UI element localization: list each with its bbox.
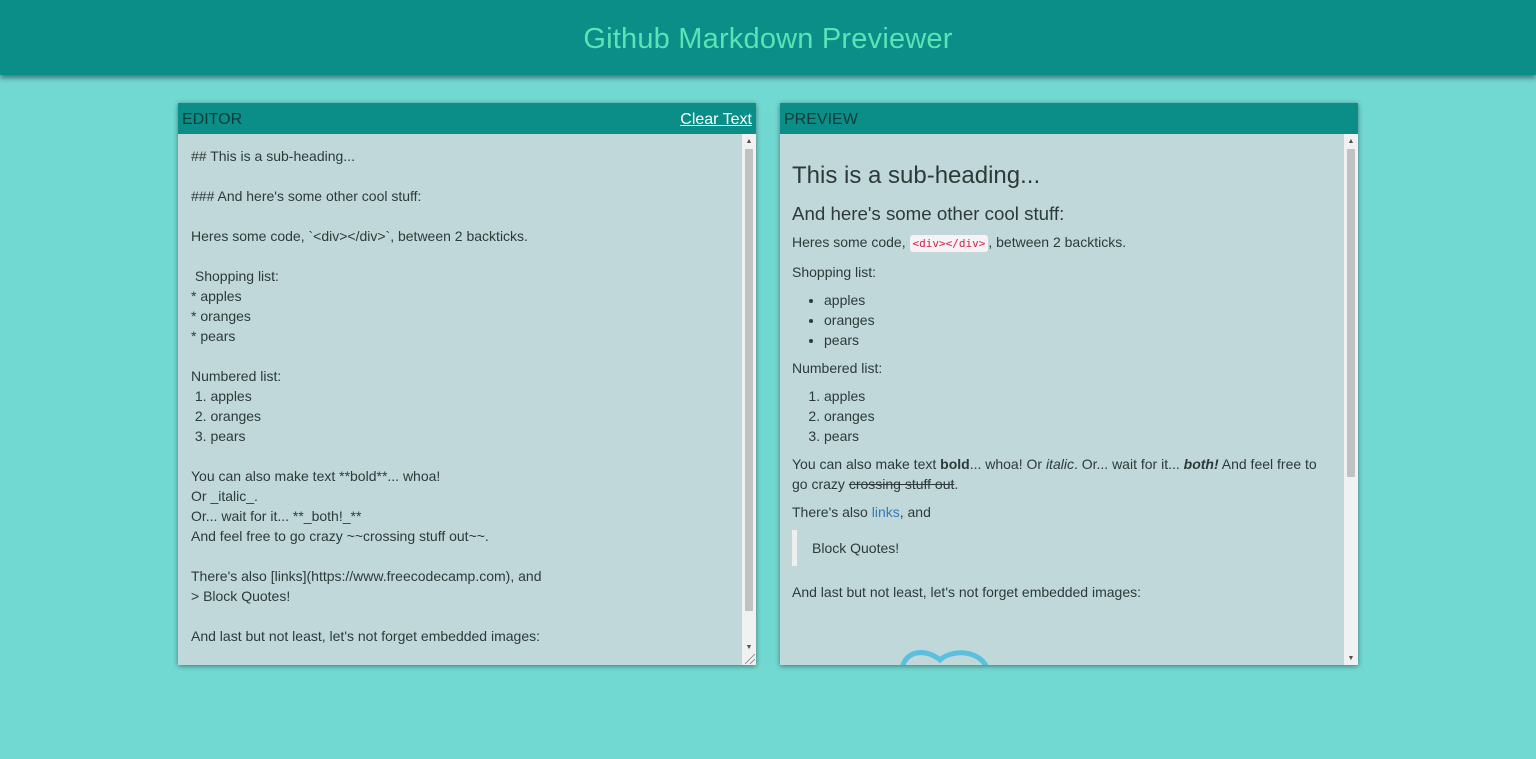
app-title: Github Markdown Previewer — [583, 23, 953, 55]
resize-grip-icon[interactable] — [745, 654, 755, 664]
preview-title: PREVIEW — [784, 110, 858, 128]
fmt-text: ... whoa! Or — [969, 456, 1046, 472]
preview-scroll-thumb[interactable] — [1347, 149, 1355, 477]
fmt-text: You can also make text — [792, 456, 941, 472]
shopping-list: apples oranges pears — [792, 290, 1332, 350]
preview-h3: And here's some other cool stuff: — [792, 203, 1065, 224]
list-item: oranges — [824, 406, 1332, 426]
list-item: apples — [824, 386, 1332, 406]
inline-code: <div></div> — [909, 235, 989, 252]
numbered-list: apples oranges pears — [792, 386, 1332, 446]
links-text-after: , and — [899, 504, 931, 520]
italic-text: italic — [1045, 456, 1074, 472]
freecodecamp-link[interactable]: links — [872, 504, 900, 520]
preview-scrollbar[interactable]: ▲ ▼ — [1344, 134, 1358, 665]
last-paragraph: And last but not least, let's not forget… — [792, 584, 1141, 600]
list-item: apples — [824, 290, 1332, 310]
scroll-up-arrow-icon[interactable]: ▲ — [1344, 135, 1358, 147]
preview-subheading: This is a sub-heading... — [792, 162, 1041, 189]
scroll-up-arrow-icon[interactable]: ▲ — [742, 135, 756, 147]
list-item: pears — [824, 330, 1332, 350]
list-item: oranges — [824, 310, 1332, 330]
code-paragraph: Heres some code, <div></div>, between 2 … — [792, 232, 1332, 254]
bold-italic-text: both! — [1183, 456, 1219, 472]
blockquote: Block Quotes! — [792, 530, 1332, 566]
editor-textarea[interactable]: ## This is a sub-heading... ### And here… — [178, 134, 742, 665]
preview-body: This is a sub-heading... And here's some… — [780, 134, 1358, 665]
editor-title: EDITOR — [182, 110, 243, 128]
clear-text-button[interactable]: Clear Text — [680, 111, 752, 129]
preview-content: This is a sub-heading... And here's some… — [780, 134, 1344, 665]
list-item: pears — [824, 426, 1332, 446]
numbered-list-label: Numbered list: — [792, 360, 883, 376]
links-paragraph: There's also links, and — [792, 502, 1332, 522]
scroll-down-arrow-icon[interactable]: ▼ — [1344, 652, 1358, 664]
preview-panel: PREVIEW This is a sub-heading... And her… — [780, 103, 1358, 665]
app-header: Github Markdown Previewer — [0, 0, 1536, 75]
editor-body: ## This is a sub-heading... ### And here… — [178, 134, 756, 665]
editor-panel: EDITOR Clear Text ## This is a sub-headi… — [178, 103, 756, 665]
code-text-after: , between 2 backticks. — [988, 234, 1127, 250]
editor-scrollbar[interactable]: ▲ ▼ — [742, 134, 756, 665]
preview-toolbar: PREVIEW — [780, 103, 1358, 134]
scroll-down-arrow-icon[interactable]: ▼ — [742, 641, 756, 653]
strikethrough-text: crossing stuff out — [848, 476, 955, 492]
bold-text: bold — [940, 456, 970, 472]
editor-toolbar: EDITOR Clear Text — [178, 103, 756, 134]
code-text-before: Heres some code, — [792, 234, 910, 250]
editor-scroll-thumb[interactable] — [745, 149, 753, 611]
links-text-before: There's also — [792, 504, 872, 520]
formatting-paragraph: You can also make text bold... whoa! Or … — [792, 454, 1332, 494]
freecodecamp-logo-image — [900, 650, 989, 665]
fmt-text: . — [954, 476, 959, 492]
shopping-list-label: Shopping list: — [792, 264, 877, 280]
fmt-text: . Or... wait for it... — [1073, 456, 1184, 472]
